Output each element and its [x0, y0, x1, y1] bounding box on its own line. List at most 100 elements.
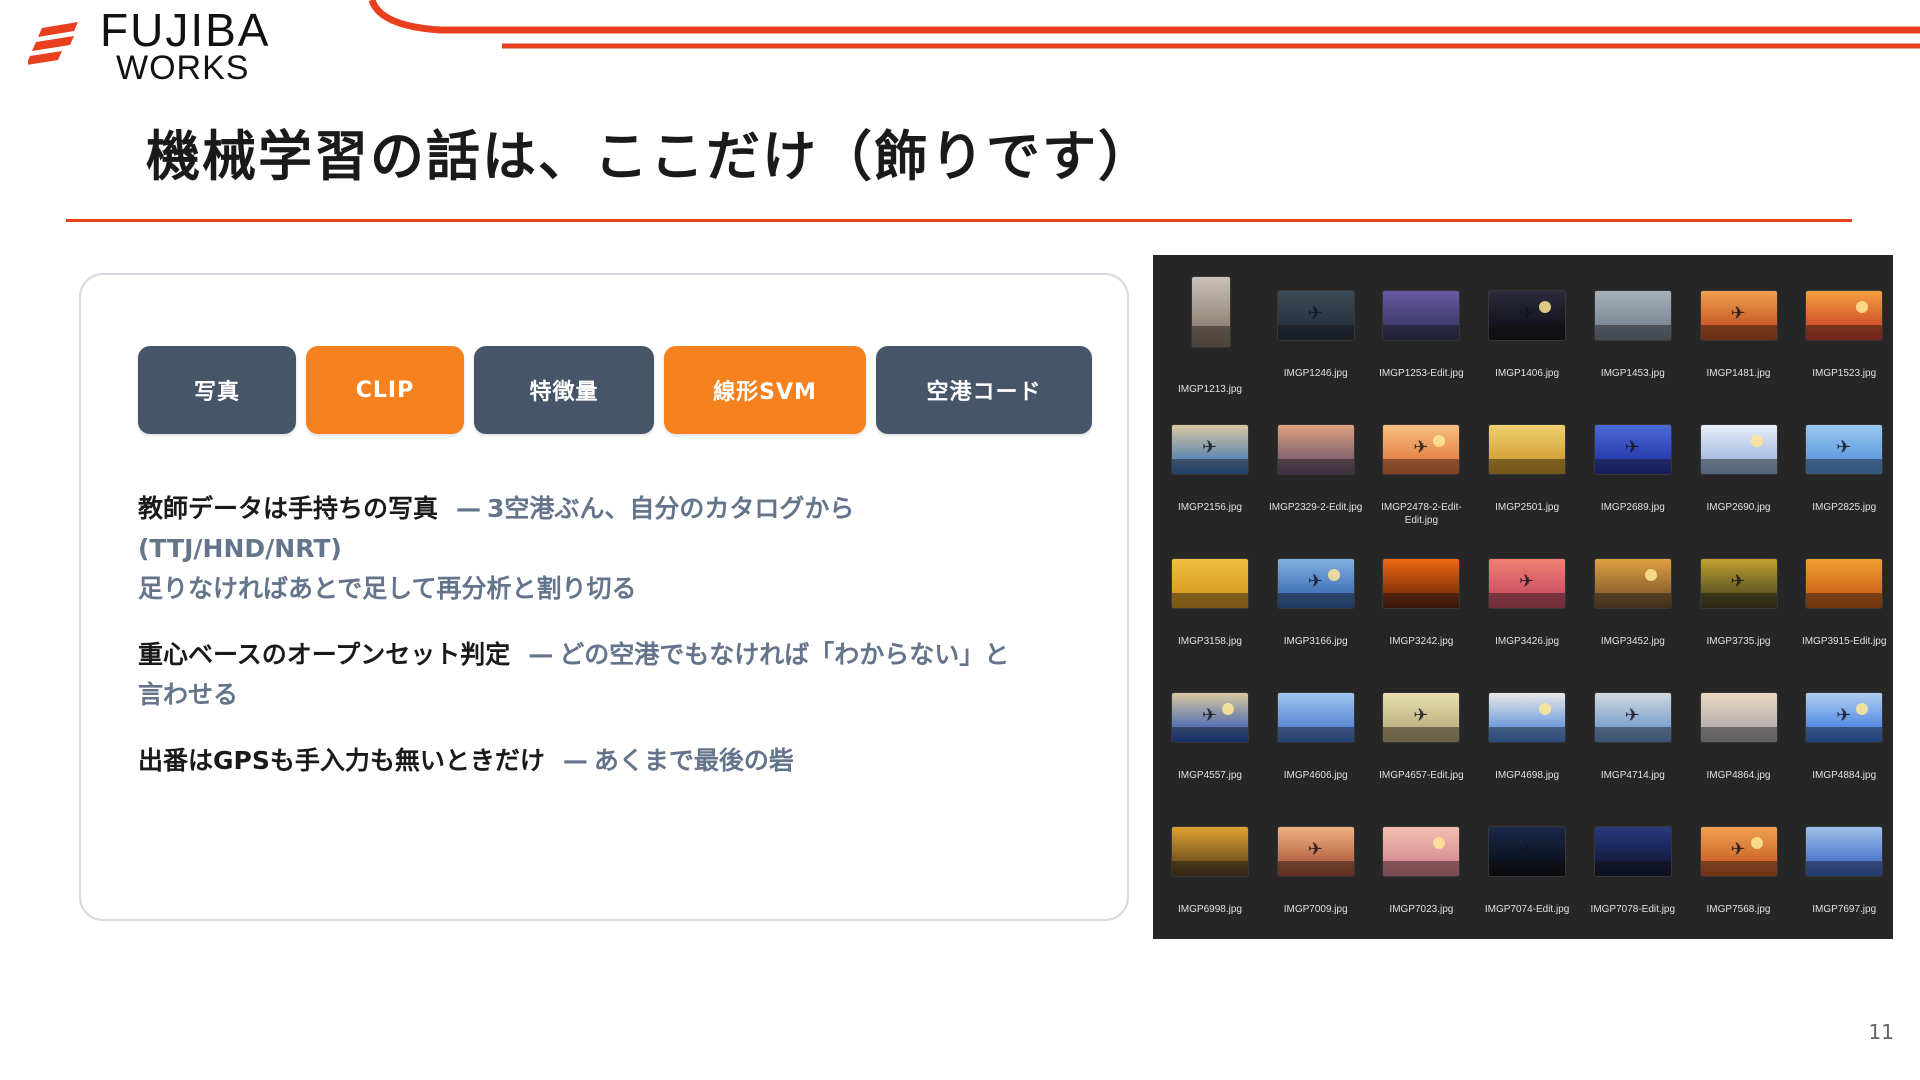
photo-thumbnail-image[interactable] [1700, 425, 1777, 474]
pipeline-step-airport-code: 空港コード [876, 346, 1092, 434]
photo-horizon [1383, 861, 1460, 876]
photo-thumbnail-image[interactable]: ✈ [1594, 425, 1671, 474]
airplane-icon: ✈ [1519, 839, 1535, 860]
photo-horizon [1383, 325, 1460, 340]
content-card: 写真 CLIP 特徴量 線形SVM 空港コード 教師データは手持ちの写真 —3空港… [79, 273, 1129, 921]
photo-filename: IMGP7074-Edit.jpg [1484, 904, 1570, 915]
photo-thumbnail-image[interactable]: ✈ [1277, 291, 1354, 340]
photo-thumbnail-image[interactable]: ✈ [1277, 559, 1354, 608]
photo-thumbnail-image[interactable] [1594, 827, 1671, 876]
photo-thumbnail-image[interactable]: ✈ [1172, 425, 1248, 474]
airplane-icon: ✈ [1519, 303, 1535, 324]
photo-filename: IMGP1406.jpg [1495, 368, 1560, 379]
photo-thumbnail-image[interactable] [1172, 827, 1248, 876]
sun-icon [1433, 435, 1446, 447]
photo-thumbnail-image[interactable] [1806, 291, 1883, 340]
airplane-icon: ✈ [1624, 705, 1640, 726]
airplane-icon: ✈ [1730, 303, 1746, 324]
logo-wordmark-works: WORKS [116, 49, 250, 87]
photo-horizon [1594, 861, 1671, 876]
photo-thumbnail-image[interactable] [1700, 693, 1777, 742]
photo-thumbnail-image[interactable] [1277, 425, 1354, 474]
photo-filename: IMGP2501.jpg [1495, 502, 1560, 513]
photo-thumbnail-image[interactable] [1594, 291, 1671, 340]
bullet-dash: — [456, 494, 482, 523]
photo-horizon [1806, 593, 1883, 608]
photo-filename: IMGP3915-Edit.jpg [1801, 636, 1887, 647]
photo-horizon [1277, 459, 1354, 474]
photo-thumbnail-image[interactable] [1192, 277, 1230, 347]
photo-filename: IMGP1253-Edit.jpg [1379, 368, 1464, 379]
photo-horizon [1192, 326, 1230, 347]
photo-thumbnail-image[interactable]: ✈ [1172, 693, 1248, 742]
bullet-detail: どの空港でもなければ「わからない」と [559, 640, 1010, 669]
photo-thumbnail-image[interactable] [1806, 827, 1883, 876]
photo-horizon [1594, 325, 1671, 340]
photo-thumbnail-image[interactable]: ✈ [1700, 559, 1777, 608]
sun-icon [1750, 837, 1763, 849]
photo-thumbnail-image[interactable]: ✈ [1700, 291, 1777, 340]
photo-horizon [1277, 861, 1354, 876]
photo-filename: IMGP4884.jpg [1812, 770, 1877, 781]
photo-filename: IMGP3426.jpg [1495, 636, 1560, 647]
bullet-detail: あくまで最後の砦 [593, 746, 794, 775]
photo-horizon [1277, 727, 1354, 742]
photo-thumbnail-image[interactable]: ✈ [1489, 291, 1566, 340]
photo-filename: IMGP3242.jpg [1389, 636, 1454, 647]
slide-title: 機械学習の話は、ここだけ（飾りです） [146, 125, 1154, 188]
photo-horizon [1277, 593, 1354, 608]
photo-thumbnail-image[interactable] [1383, 559, 1460, 608]
photo-filename: IMGP4714.jpg [1600, 770, 1665, 781]
photo-filename: IMGP1523.jpg [1812, 368, 1877, 379]
photo-thumbnail-image[interactable] [1172, 559, 1248, 608]
photo-horizon [1806, 325, 1883, 340]
bullet-dash: — [528, 640, 554, 669]
sun-icon [1539, 703, 1552, 715]
airplane-icon: ✈ [1202, 705, 1218, 726]
photo-horizon [1383, 593, 1460, 608]
photo-horizon [1489, 593, 1566, 608]
photo-thumbnail-image[interactable]: ✈ [1489, 559, 1566, 608]
airplane-icon: ✈ [1730, 839, 1746, 860]
photo-thumbnail-image[interactable]: ✈ [1806, 425, 1883, 474]
photo-horizon [1172, 727, 1248, 742]
bullet-detail: 3空港ぶん、自分のカタログから [487, 494, 855, 523]
photo-horizon [1700, 593, 1777, 608]
photo-horizon [1383, 459, 1460, 474]
photo-thumbnail-image[interactable]: ✈ [1594, 693, 1671, 742]
photo-filename: IMGP3452.jpg [1600, 636, 1665, 647]
photo-thumbnail-image[interactable]: ✈ [1277, 827, 1354, 876]
photo-thumbnail-image[interactable] [1806, 559, 1883, 608]
photo-filename: IMGP2329-2-Edit.jpg [1268, 502, 1363, 513]
photo-thumbnail-image[interactable] [1489, 425, 1566, 474]
brand-logo: FUJIBA WORKS [28, 4, 288, 87]
photo-thumbnail-image[interactable] [1489, 693, 1566, 742]
photo-thumbnail-image[interactable]: ✈ [1806, 693, 1883, 742]
photo-filename: IMGP2690.jpg [1706, 502, 1771, 513]
photo-filename: IMGP3166.jpg [1283, 636, 1348, 647]
photo-horizon [1700, 727, 1777, 742]
photo-thumbnail-image[interactable]: ✈ [1383, 425, 1460, 474]
photo-thumbnail-image[interactable]: ✈ [1383, 693, 1460, 742]
photo-horizon [1594, 727, 1671, 742]
pipeline-step-photo: 写真 [138, 346, 296, 434]
photo-thumbnail-image[interactable]: ✈ [1489, 827, 1566, 876]
photo-horizon [1700, 459, 1777, 474]
photo-thumbnail-image[interactable] [1383, 827, 1460, 876]
bullet-heading: 教師データは手持ちの写真 [138, 494, 439, 523]
photo-filename: IMGP1213.jpg [1178, 384, 1242, 395]
photo-thumbnail-image[interactable] [1277, 693, 1354, 742]
bullet-detail-line3: 足りなければあとで足して再分析と割り切る [138, 574, 637, 603]
photo-filename: IMGP3735.jpg [1706, 636, 1771, 647]
photo-thumbnail-image[interactable] [1383, 291, 1460, 340]
photo-thumbnail-image[interactable]: ✈ [1700, 827, 1777, 876]
photo-thumbnail-image[interactable] [1594, 559, 1671, 608]
airplane-icon: ✈ [1307, 303, 1323, 324]
bullet-dash: — [562, 746, 588, 775]
photo-horizon [1489, 861, 1566, 876]
bullet-detail-line2: 言わせる [138, 680, 239, 709]
pipeline-step-clip: CLIP [306, 346, 464, 434]
photo-filename: IMGP7568.jpg [1706, 904, 1771, 915]
airplane-icon: ✈ [1836, 437, 1852, 458]
pipeline-step-linear-svm: 線形SVM [664, 346, 866, 434]
